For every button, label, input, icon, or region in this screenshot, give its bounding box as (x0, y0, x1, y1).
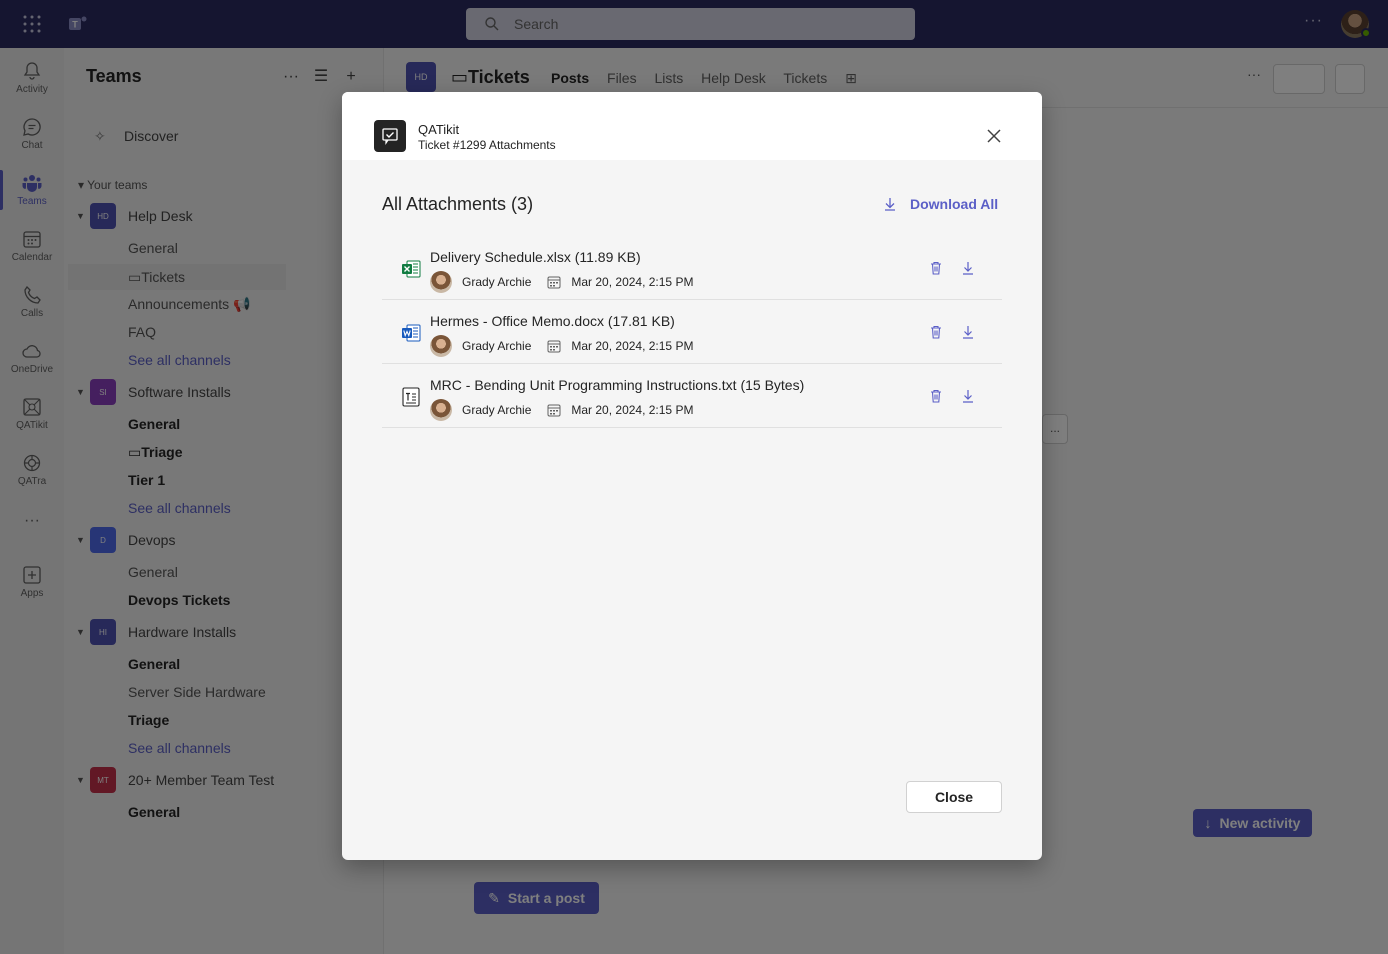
attachments-dialog: QATikit Ticket #1299 Attachments All Att… (342, 92, 1042, 860)
calendar-icon (547, 404, 561, 417)
download-icon[interactable] (960, 388, 976, 404)
excel-file-icon (402, 260, 421, 278)
calendar-icon (547, 276, 561, 289)
attachment-meta: Grady Archie Mar 20, 2024, 2:15 PM (430, 270, 693, 294)
app-name: QATikit (418, 122, 460, 137)
qatikit-app-icon (374, 120, 406, 152)
download-all-button[interactable]: Download All (882, 194, 998, 214)
file-name[interactable]: MRC - Bending Unit Programming Instructi… (430, 377, 804, 393)
avatar (430, 271, 452, 293)
text-file-icon (402, 387, 420, 407)
attachment-row: Delivery Schedule.xlsx (11.89 KB) Grady … (382, 236, 1002, 300)
file-name[interactable]: Hermes - Office Memo.docx (17.81 KB) (430, 313, 675, 329)
upload-date: Mar 20, 2024, 2:15 PM (571, 275, 694, 289)
uploader-name: Grady Archie (462, 339, 532, 353)
attachment-row: MRC - Bending Unit Programming Instructi… (382, 364, 1002, 428)
word-file-icon (402, 324, 421, 342)
delete-icon[interactable] (928, 388, 944, 404)
file-name[interactable]: Delivery Schedule.xlsx (11.89 KB) (430, 249, 641, 265)
download-icon (885, 198, 895, 211)
attachment-meta: Grady Archie Mar 20, 2024, 2:15 PM (430, 398, 693, 422)
download-icon[interactable] (960, 260, 976, 276)
calendar-icon (547, 340, 561, 353)
dialog-subtitle: Ticket #1299 Attachments (418, 138, 556, 152)
upload-date: Mar 20, 2024, 2:15 PM (571, 339, 694, 353)
delete-icon[interactable] (928, 324, 944, 340)
uploader-name: Grady Archie (462, 275, 532, 289)
avatar (430, 399, 452, 421)
attachment-row: Hermes - Office Memo.docx (17.81 KB) Gra… (382, 300, 1002, 364)
upload-date: Mar 20, 2024, 2:15 PM (571, 403, 694, 417)
attachment-list: Delivery Schedule.xlsx (11.89 KB) Grady … (382, 236, 1002, 428)
attachment-meta: Grady Archie Mar 20, 2024, 2:15 PM (430, 334, 693, 358)
dialog-header: QATikit Ticket #1299 Attachments (342, 92, 1042, 160)
uploader-name: Grady Archie (462, 403, 532, 417)
attachments-heading: All Attachments (3) (382, 194, 534, 214)
avatar (430, 335, 452, 357)
download-icon[interactable] (960, 324, 976, 340)
delete-icon[interactable] (928, 260, 944, 276)
ticket-check-icon (382, 128, 398, 145)
close-button[interactable]: Close (906, 781, 1002, 813)
close-icon[interactable] (984, 126, 1004, 146)
